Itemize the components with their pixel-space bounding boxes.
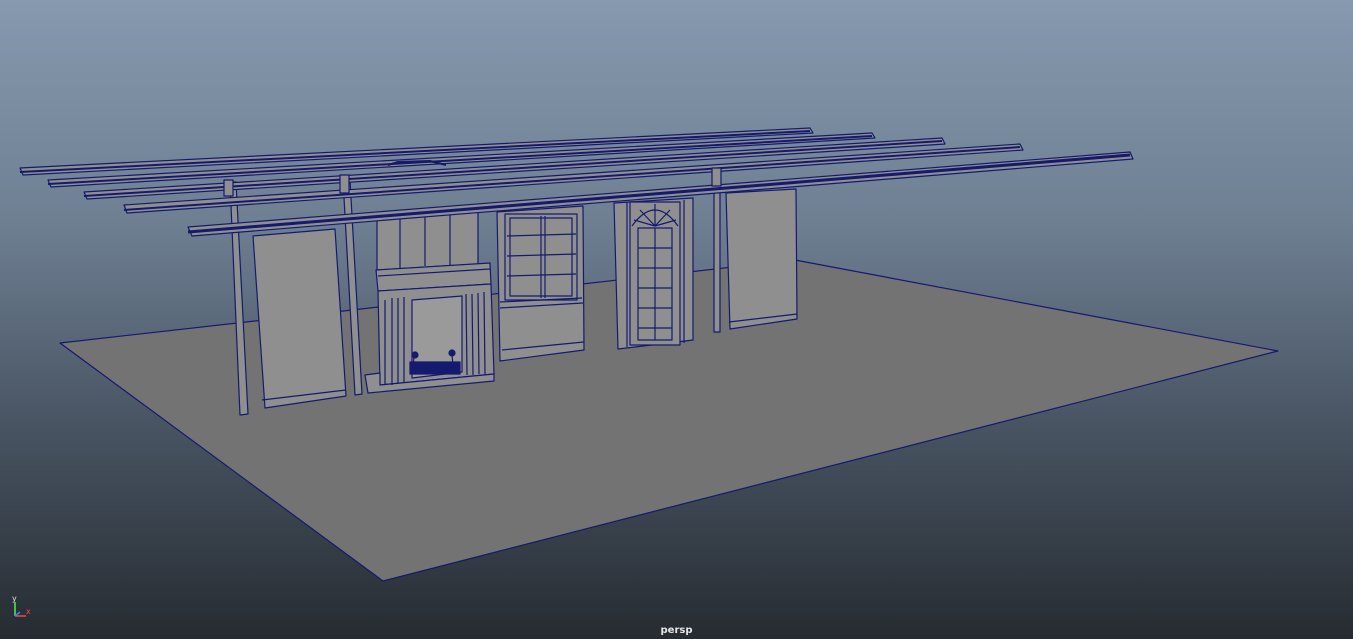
wall-panel-right — [725, 188, 798, 330]
wall-panel-left — [252, 228, 347, 409]
camera-name-label: persp — [660, 625, 693, 636]
fireplace — [364, 262, 495, 394]
french-door — [626, 200, 685, 347]
axis-y-label: y — [12, 594, 17, 603]
axis-x-label: x — [26, 607, 31, 616]
scene-geometry[interactable] — [0, 0, 1353, 639]
viewport-persp[interactable]: y x persp — [0, 0, 1353, 639]
wall-panel-center-left — [376, 211, 479, 271]
axis-gizmo: y x — [12, 594, 31, 617]
